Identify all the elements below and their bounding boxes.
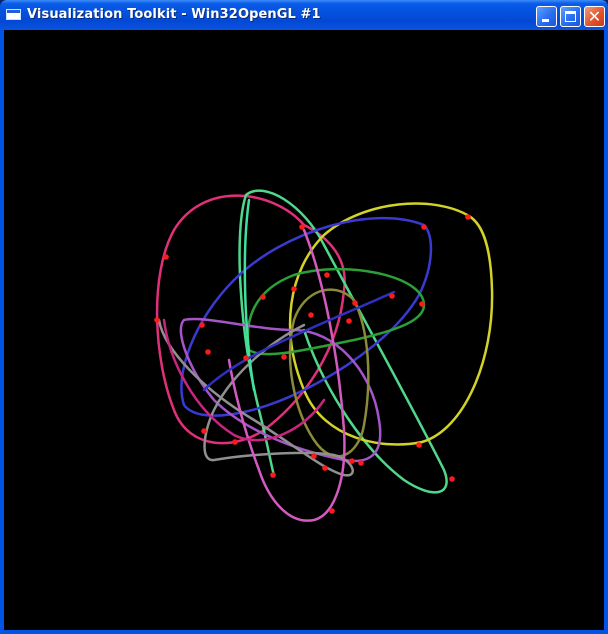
point-marker	[329, 508, 335, 514]
point-marker	[358, 460, 364, 466]
point-marker	[322, 465, 328, 471]
curve-tube	[246, 267, 426, 356]
point-marker	[449, 476, 455, 482]
window-frame-bottom	[0, 630, 608, 634]
point-marker	[389, 293, 395, 299]
point-marker	[281, 354, 287, 360]
maximize-button[interactable]	[560, 6, 581, 27]
point-marker	[270, 472, 276, 478]
point-marker	[419, 301, 425, 307]
point-marker	[352, 300, 358, 306]
point-marker	[416, 442, 422, 448]
close-button[interactable]: ✕	[584, 6, 605, 27]
point-marker	[421, 224, 427, 230]
minimize-button[interactable]	[536, 6, 557, 27]
minimize-icon	[542, 19, 549, 22]
point-marker	[308, 312, 314, 318]
point-marker	[163, 254, 169, 260]
point-markers	[154, 214, 471, 514]
point-marker	[260, 294, 266, 300]
point-marker	[232, 439, 238, 445]
point-marker	[154, 317, 160, 323]
point-marker	[201, 428, 207, 434]
point-marker	[465, 214, 471, 220]
render-canvas[interactable]	[4, 30, 604, 630]
title-bar[interactable]: Visualization Toolkit - Win32OpenGL #1 ✕	[0, 0, 608, 30]
point-marker	[324, 272, 330, 278]
point-marker	[299, 224, 305, 230]
point-marker	[205, 349, 211, 355]
maximize-icon	[565, 11, 576, 22]
point-marker	[199, 322, 205, 328]
application-window: Visualization Toolkit - Win32OpenGL #1 ✕	[0, 0, 608, 634]
render-viewport[interactable]	[4, 30, 604, 630]
point-marker	[346, 318, 352, 324]
close-icon: ✕	[587, 7, 602, 26]
app-window-icon[interactable]	[6, 9, 21, 20]
point-marker	[291, 286, 297, 292]
window-title: Visualization Toolkit - Win32OpenGL #1	[27, 7, 321, 22]
point-marker	[243, 355, 249, 361]
point-marker	[311, 453, 317, 459]
point-marker	[349, 458, 355, 464]
